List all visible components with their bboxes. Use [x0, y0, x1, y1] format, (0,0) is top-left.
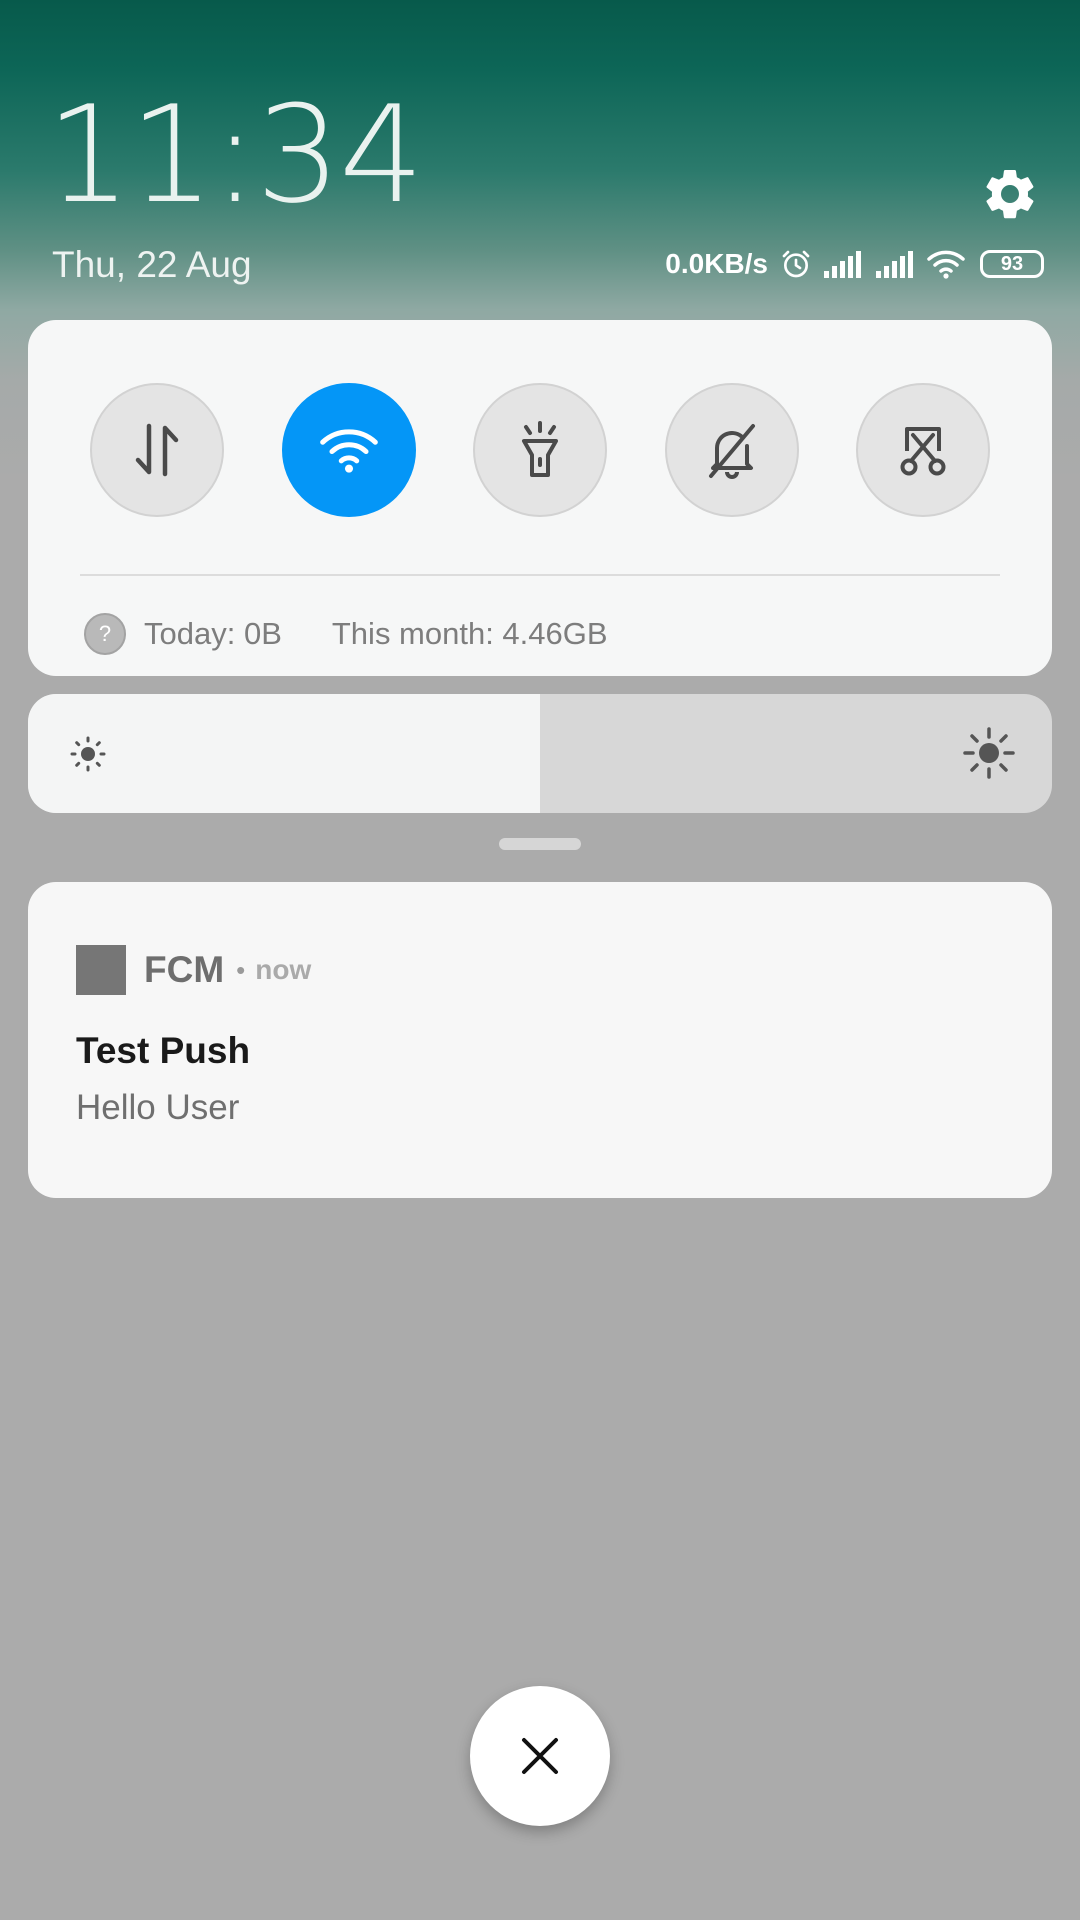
status-bar: 0.0KB/s 93: [665, 246, 1044, 282]
battery-level: 93: [1000, 252, 1024, 275]
wifi-icon: [320, 429, 378, 473]
brightness-low-icon: [70, 736, 106, 772]
data-transfer-icon: [135, 423, 179, 477]
brightness-high-icon: [963, 727, 1015, 779]
divider: [80, 574, 1000, 576]
app-icon: [76, 945, 126, 995]
battery-icon: 93: [980, 250, 1044, 278]
notification-body: Hello User: [76, 1088, 240, 1127]
settings-gear-icon[interactable]: [980, 164, 1040, 224]
signal-2-icon: [876, 251, 913, 278]
wifi-icon: [927, 250, 965, 279]
net-speed: 0.0KB/s: [665, 248, 768, 279]
date[interactable]: Thu, 22 Aug: [52, 244, 252, 286]
drag-handle[interactable]: [499, 838, 581, 850]
bell-off-icon: [709, 424, 755, 479]
notification-card[interactable]: FCM • now Test Push Hello User: [28, 882, 1052, 1198]
toggle-silent[interactable]: [665, 383, 799, 517]
flashlight-icon: [522, 421, 558, 477]
clock[interactable]: 11:34: [46, 88, 424, 222]
notification-time: now: [255, 954, 312, 985]
toggle-flashlight[interactable]: [473, 383, 607, 517]
separator-dot: •: [236, 954, 246, 985]
alarm-icon: [782, 250, 810, 278]
toggle-mobile-data[interactable]: [90, 383, 224, 517]
notification-header: FCM • now: [76, 945, 311, 995]
app-name: FCM: [144, 949, 225, 990]
signal-1-icon: [824, 251, 861, 278]
scissors-icon: [900, 427, 946, 476]
clear-all-button[interactable]: [470, 1686, 610, 1826]
notification-title: Test Push: [76, 1030, 251, 1071]
brightness-slider[interactable]: [28, 694, 1052, 813]
toggle-wifi[interactable]: [282, 383, 416, 517]
usage-today: Today: 0B: [144, 616, 282, 651]
toggle-screenshot[interactable]: [856, 383, 990, 517]
data-usage[interactable]: ? Today: 0B This month: 4.46GB: [84, 604, 608, 664]
quick-settings-panel: ? Today: 0B This month: 4.46GB: [28, 320, 1052, 676]
usage-month: This month: 4.46GB: [331, 616, 608, 651]
help-icon: ?: [84, 613, 126, 655]
close-icon: [522, 1738, 558, 1774]
